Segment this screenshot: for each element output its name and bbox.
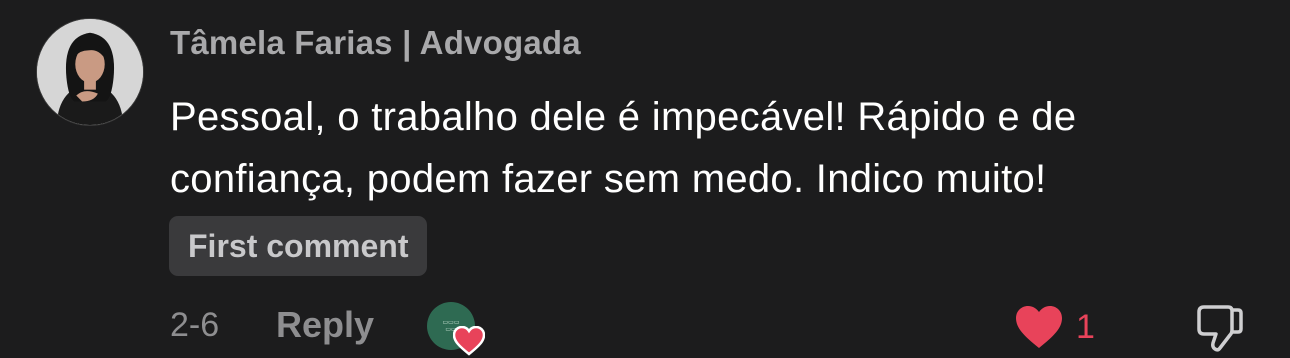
comment-item: Tâmela Farias | Advogada Pessoal, o trab…: [0, 0, 1290, 358]
author-avatar[interactable]: [36, 18, 144, 126]
author-name[interactable]: Tâmela Farias | Advogada: [170, 24, 581, 62]
author-avatar-image: [37, 19, 143, 125]
reply-button[interactable]: Reply: [276, 304, 374, 346]
heart-icon[interactable]: [1014, 304, 1064, 350]
comment-text: Pessoal, o trabalho dele é impecável! Rá…: [170, 95, 1077, 201]
comment-date: 2-6: [170, 306, 220, 344]
creator-liked-heart-icon: [453, 326, 485, 356]
like-count: 1: [1076, 308, 1095, 346]
creator-liked-avatar: ▭▭▭ ▭▭: [427, 302, 485, 356]
first-comment-badge: First comment: [169, 216, 428, 276]
thumbs-down-icon[interactable]: [1194, 302, 1244, 354]
